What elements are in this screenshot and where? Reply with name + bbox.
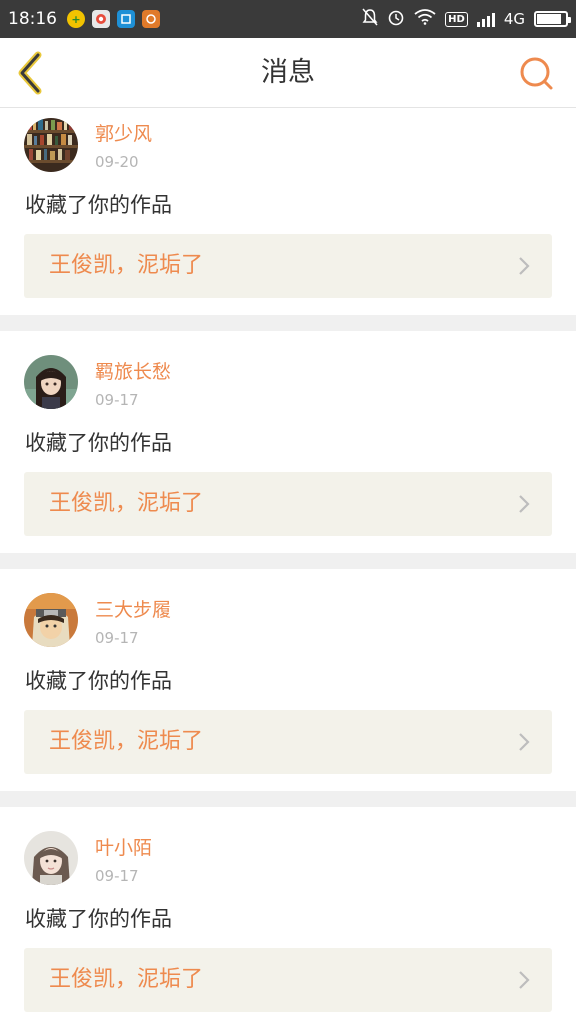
wifi-icon (414, 9, 436, 29)
photo-app-icon (92, 10, 110, 28)
network-type: 4G (503, 10, 525, 28)
battery-icon (534, 11, 571, 27)
signal-icon (476, 11, 495, 27)
search-icon (520, 57, 553, 90)
anime-girl-avatar[interactable] (24, 355, 78, 409)
message-date: 09-17 (95, 391, 139, 409)
message-card: 羁旅长愁 09-17 收藏了你的作品 王俊凯，泥垢了 (0, 331, 576, 553)
ninja-avatar[interactable] (24, 593, 78, 647)
card-separator (0, 315, 576, 331)
action-text: 收藏了你的作品 (25, 669, 172, 693)
status-time: 18:16 (8, 9, 57, 29)
work-link[interactable]: 王俊凯，泥垢了 (24, 234, 552, 298)
work-link[interactable]: 王俊凯，泥垢了 (24, 948, 552, 1012)
username[interactable]: 郭少风 (95, 119, 152, 146)
mute-bell-icon (362, 8, 378, 30)
plus-circle-icon: + (67, 10, 85, 28)
message-card: 三大步履 09-17 收藏了你的作品 王俊凯，泥垢了 (0, 569, 576, 791)
work-title: 王俊凯，泥垢了 (49, 729, 204, 754)
nav-bar: 消息 (0, 38, 576, 108)
work-title: 王俊凯，泥垢了 (49, 253, 204, 278)
chevron-right-icon (519, 971, 530, 989)
work-link[interactable]: 王俊凯，泥垢了 (24, 710, 552, 774)
message-card: 郭少风 09-20 收藏了你的作品 王俊凯，泥垢了 (0, 108, 576, 307)
message-date: 09-17 (95, 629, 139, 647)
message-card: 叶小陌 09-17 收藏了你的作品 王俊凯，泥垢了 (0, 807, 576, 1024)
chevron-right-icon (519, 733, 530, 751)
action-text: 收藏了你的作品 (25, 431, 172, 455)
battery-fill (537, 14, 561, 24)
username[interactable]: 叶小陌 (95, 833, 152, 860)
search-button[interactable] (518, 55, 556, 93)
card-separator (0, 791, 576, 807)
card-separator (0, 553, 576, 569)
camera-app-icon (142, 10, 160, 28)
work-title: 王俊凯，泥垢了 (49, 491, 204, 516)
work-title: 王俊凯，泥垢了 (49, 967, 204, 992)
message-date: 09-17 (95, 867, 139, 885)
status-bar: 18:16 + HD 4G (0, 0, 576, 38)
hd-icon: HD (445, 11, 468, 27)
message-date: 09-20 (95, 153, 139, 171)
bookshelf-avatar[interactable] (24, 118, 78, 172)
scan-app-icon (117, 10, 135, 28)
action-text: 收藏了你的作品 (25, 907, 172, 931)
chevron-right-icon (519, 257, 530, 275)
work-link[interactable]: 王俊凯，泥垢了 (24, 472, 552, 536)
page-title: 消息 (261, 57, 315, 88)
chevron-right-icon (519, 495, 530, 513)
username[interactable]: 羁旅长愁 (95, 357, 171, 384)
girl-portrait-avatar[interactable] (24, 831, 78, 885)
action-text: 收藏了你的作品 (25, 193, 172, 217)
message-feed[interactable]: 郭少风 09-20 收藏了你的作品 王俊凯，泥垢了 羁旅长愁 09-17 收藏了… (0, 108, 576, 1024)
username[interactable]: 三大步履 (95, 595, 171, 622)
alarm-icon (387, 8, 405, 30)
